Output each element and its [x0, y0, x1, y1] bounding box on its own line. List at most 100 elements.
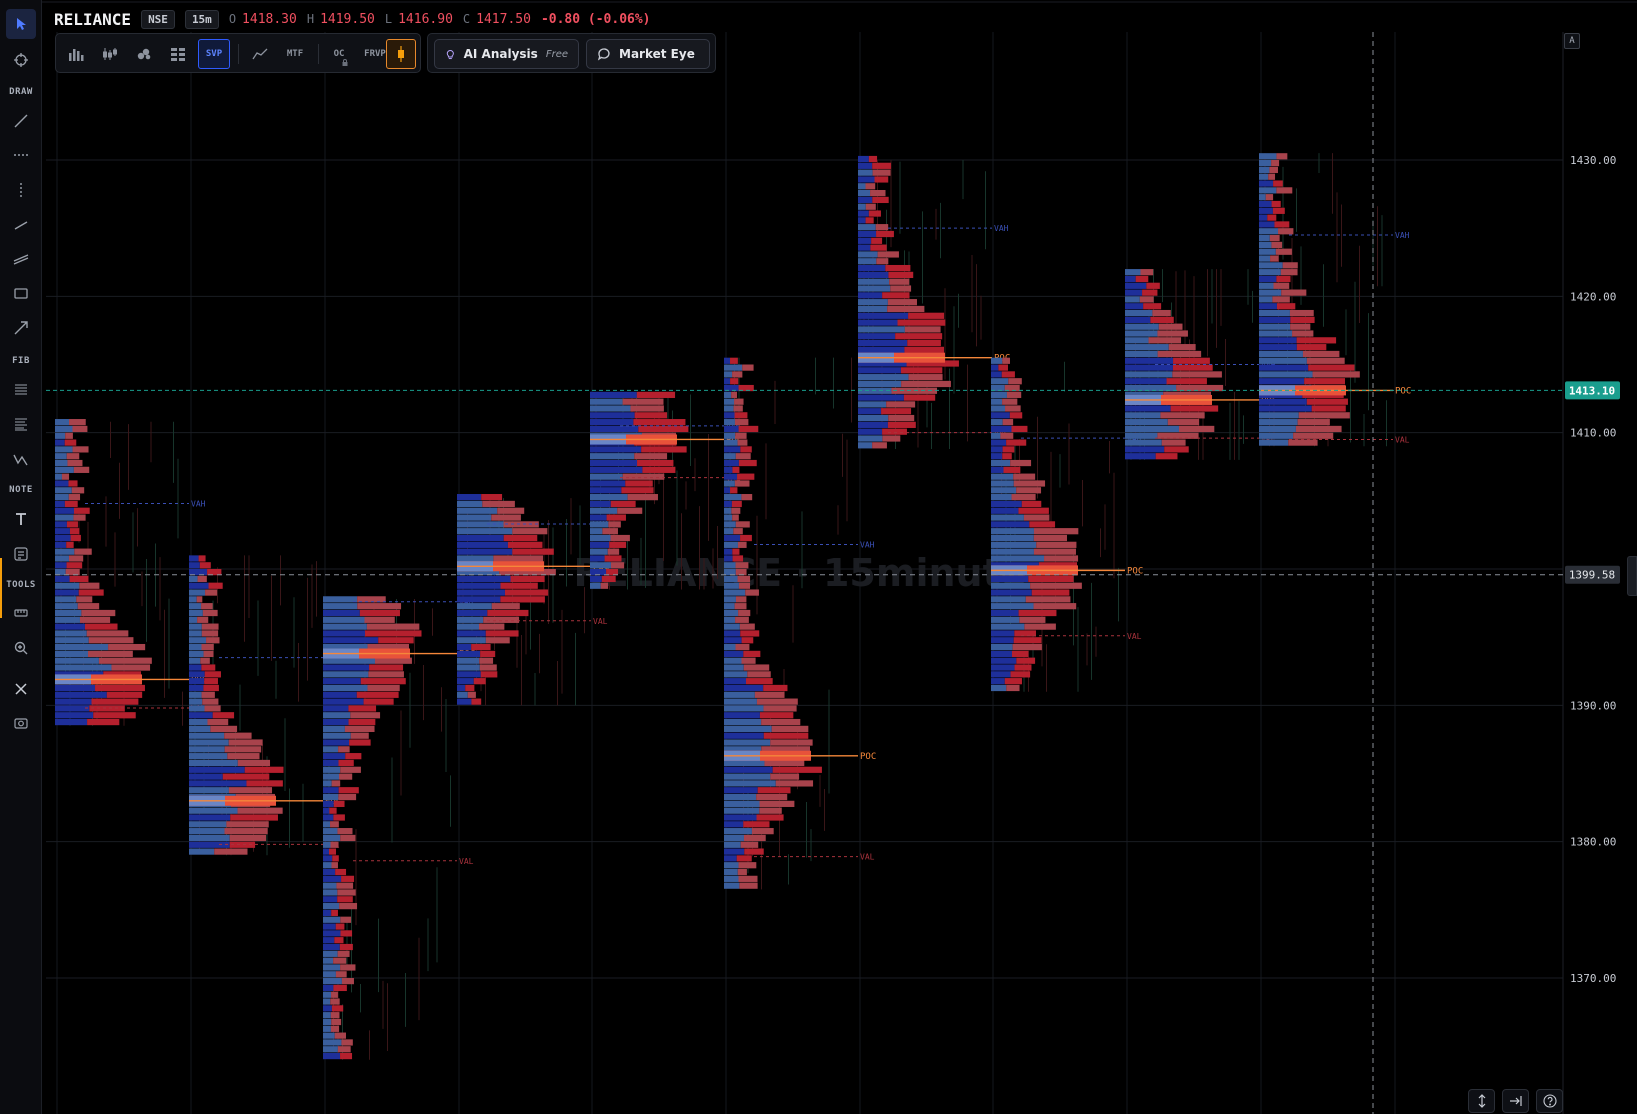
volume-bar-sell	[208, 582, 223, 589]
volume-bar-buy	[590, 494, 628, 501]
volume-bar-sell	[485, 637, 510, 644]
volume-bar-sell	[224, 732, 252, 739]
volume-bar-sell	[341, 875, 355, 882]
volume-bar-sell	[1044, 555, 1079, 562]
bar-chart-icon[interactable]	[62, 39, 90, 69]
volume-bar-buy	[858, 285, 891, 292]
market-eye-button[interactable]: Market Eye	[586, 39, 710, 69]
volume-bar-buy	[55, 643, 109, 651]
volume-bar-sell	[341, 978, 354, 985]
chart-toolbar: SVP MTF OC FRVP	[55, 33, 421, 73]
candle-style-button[interactable]	[386, 39, 416, 69]
volume-bar-sell	[1002, 398, 1018, 405]
volume-bar-buy	[991, 494, 1012, 501]
volume-bar-buy	[1125, 330, 1158, 337]
volume-bar-buy	[724, 855, 737, 862]
volume-bar-buy	[457, 548, 513, 555]
text-icon[interactable]	[6, 504, 36, 534]
symbol-name[interactable]: RELIANCE	[54, 10, 131, 29]
volume-bar-sell	[747, 671, 771, 678]
fib-retracement-icon[interactable]	[6, 375, 36, 405]
zigzag-icon[interactable]	[6, 444, 36, 474]
scroll-to-end-icon[interactable]	[1502, 1089, 1529, 1113]
volume-bar-buy	[1125, 282, 1147, 289]
help-icon[interactable]	[1536, 1089, 1563, 1113]
indicator-line-icon[interactable]	[246, 39, 274, 69]
volume-bar-sell	[636, 391, 676, 398]
fib-extension-icon[interactable]	[6, 409, 36, 439]
oc-button[interactable]: OC	[324, 39, 354, 69]
volume-bar-sell	[871, 237, 883, 244]
volume-bar-sell	[226, 821, 269, 828]
volume-bar-sell	[348, 705, 377, 712]
volume-bar-sell	[87, 718, 120, 726]
volume-bar-buy	[323, 998, 331, 1005]
volume-bar-sell	[885, 264, 911, 272]
volume-bar-buy	[991, 616, 1020, 623]
cluster-icon[interactable]	[130, 39, 158, 69]
volume-bar-sell	[331, 1018, 342, 1026]
volume-bar-sell	[228, 787, 273, 794]
volume-bar-sell	[887, 421, 916, 428]
remove-drawings-icon[interactable]	[6, 674, 36, 704]
rectangle-icon[interactable]	[6, 278, 36, 308]
volume-bar-buy	[189, 834, 230, 842]
measure-icon[interactable]	[6, 598, 36, 628]
volume-bar-sell	[197, 575, 207, 583]
mtf-button[interactable]: MTF	[278, 39, 312, 69]
volume-bar-buy	[323, 957, 334, 964]
vah-label: VAH	[1395, 231, 1410, 240]
interval-selector[interactable]: 15m	[184, 9, 219, 29]
volume-bar-sell	[890, 285, 912, 292]
right-panel-handle[interactable]	[1627, 556, 1637, 596]
autoscale-button[interactable]: A	[1564, 33, 1580, 49]
volume-bar-buy	[323, 1012, 331, 1019]
candles-icon[interactable]	[96, 39, 124, 69]
volume-bar-sell	[465, 684, 475, 692]
volume-bar-buy	[323, 930, 341, 937]
horizontal-line-icon[interactable]	[6, 140, 36, 170]
footprint-icon[interactable]	[164, 39, 192, 69]
current-price-label: 1413.10	[1569, 384, 1615, 397]
chart-canvas[interactable]: RELIANCE · 15minutePOCVAHVALPOCVAHVALPOC…	[0, 0, 1637, 1114]
volume-bar-buy	[991, 684, 1007, 692]
zoom-icon[interactable]	[6, 633, 36, 663]
screenshot-icon[interactable]	[6, 708, 36, 738]
volume-bar-sell	[633, 419, 686, 426]
volume-bar-sell	[1139, 296, 1154, 303]
volume-bar-buy	[724, 657, 742, 664]
volume-bar-sell	[331, 991, 338, 998]
svp-button[interactable]: SVP	[198, 39, 230, 69]
volume-bar-buy	[457, 500, 483, 508]
trend-line-icon[interactable]	[6, 106, 36, 136]
volume-bar-buy	[1125, 439, 1162, 446]
volume-bar-sell	[738, 862, 757, 869]
scale-toggle-icon[interactable]	[1468, 1089, 1495, 1113]
volume-bar-buy	[724, 575, 738, 583]
volume-bar-buy	[858, 333, 896, 340]
volume-bar-buy	[991, 582, 1031, 589]
volume-bar-sell	[77, 603, 100, 610]
volume-bar-buy	[323, 978, 342, 985]
volume-bar-buy	[323, 609, 360, 617]
volume-bar-buy	[1259, 323, 1291, 330]
volume-bar-sell	[876, 230, 894, 238]
volume-bar-sell	[757, 787, 791, 794]
volume-bar-buy	[1259, 316, 1291, 323]
note-icon[interactable]	[6, 539, 36, 569]
parallel-channel-icon[interactable]	[6, 244, 36, 274]
crosshair-icon[interactable]	[6, 45, 36, 75]
vertical-line-icon[interactable]	[6, 175, 36, 205]
volume-bar-buy	[323, 1052, 341, 1060]
ray-icon[interactable]	[6, 210, 36, 240]
arrow-icon[interactable]	[6, 313, 36, 343]
volume-bar-sell	[888, 271, 914, 279]
volume-bar-buy	[724, 637, 742, 644]
volume-bar-sell	[621, 487, 654, 494]
price-tick-label: 1410.00	[1570, 427, 1616, 440]
ai-analysis-button[interactable]: AI Analysis Free	[434, 39, 579, 69]
volume-bar-buy	[590, 419, 634, 426]
cursor-icon[interactable]	[6, 9, 36, 39]
volume-bar-sell	[738, 425, 759, 433]
volume-bar-buy	[991, 398, 1003, 405]
